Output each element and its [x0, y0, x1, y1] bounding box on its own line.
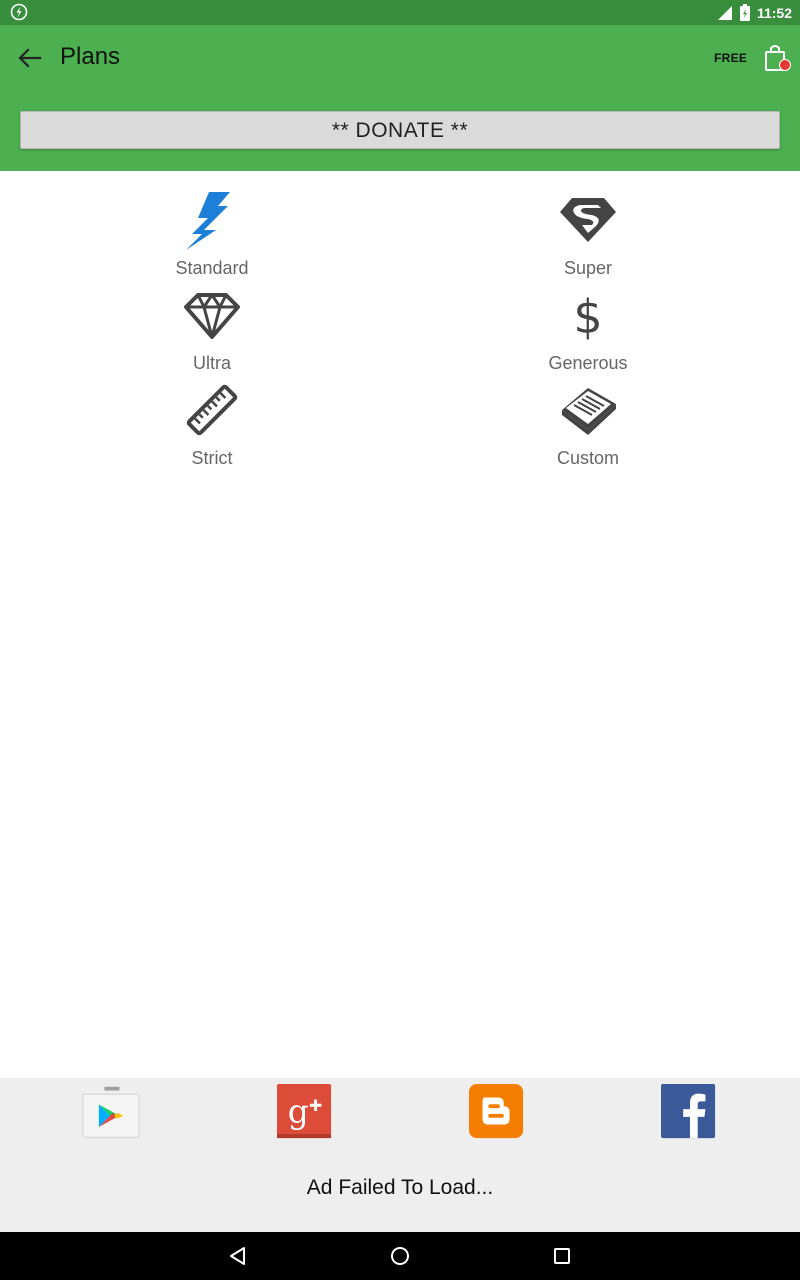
ruler-icon	[186, 384, 238, 436]
battery-charging-icon	[739, 3, 750, 21]
plan-label: Strict	[191, 448, 233, 468]
notepad-icon	[562, 388, 616, 435]
blogger-icon[interactable]	[468, 1084, 526, 1140]
page-title: Plans	[60, 43, 121, 70]
plan-label: Generous	[548, 353, 628, 373]
signal-icon	[717, 5, 732, 20]
app-notification-icon	[10, 3, 28, 21]
svg-text:g: g	[288, 1093, 309, 1131]
status-indicators: 11:52	[717, 0, 792, 25]
footer: g Ad Failed To Load...	[0, 1078, 800, 1232]
svg-text:$: $	[573, 290, 602, 344]
plan-strict[interactable]: Strict	[112, 380, 312, 470]
home-circle-icon[interactable]	[388, 1244, 412, 1268]
superman-shield-icon	[560, 198, 616, 242]
google-play-icon[interactable]	[82, 1084, 140, 1140]
navigation-bar	[0, 1232, 800, 1280]
facebook-icon[interactable]	[660, 1084, 718, 1140]
ad-status-text: Ad Failed To Load...	[306, 1176, 494, 1199]
plan-super[interactable]: Super	[488, 190, 688, 280]
google-plus-icon[interactable]: g	[276, 1084, 334, 1140]
plan-generous[interactable]: $ Generous	[488, 285, 688, 375]
free-label[interactable]: FREE	[714, 51, 747, 65]
plan-label: Super	[563, 258, 613, 278]
plan-label: Ultra	[192, 353, 231, 373]
status-bar: 11:52	[0, 0, 800, 25]
plan-ultra[interactable]: Ultra	[112, 285, 312, 375]
status-time: 11:52	[756, 4, 792, 21]
shopping-bag-icon[interactable]	[762, 43, 794, 75]
back-triangle-icon[interactable]	[226, 1244, 250, 1268]
lightning-icon	[186, 192, 230, 250]
plan-label: Standard	[175, 258, 249, 278]
plan-label: Custom	[556, 448, 619, 468]
plan-custom[interactable]: Custom	[488, 380, 688, 470]
recents-square-icon[interactable]	[550, 1244, 574, 1268]
back-arrow-icon[interactable]	[14, 45, 44, 71]
plan-standard[interactable]: Standard	[112, 190, 312, 280]
dollar-icon: $	[573, 290, 602, 344]
app-bar: Plans FREE ** DONATE **	[0, 25, 800, 171]
donate-button[interactable]: ** DONATE **	[20, 111, 780, 149]
diamond-icon	[184, 293, 240, 339]
